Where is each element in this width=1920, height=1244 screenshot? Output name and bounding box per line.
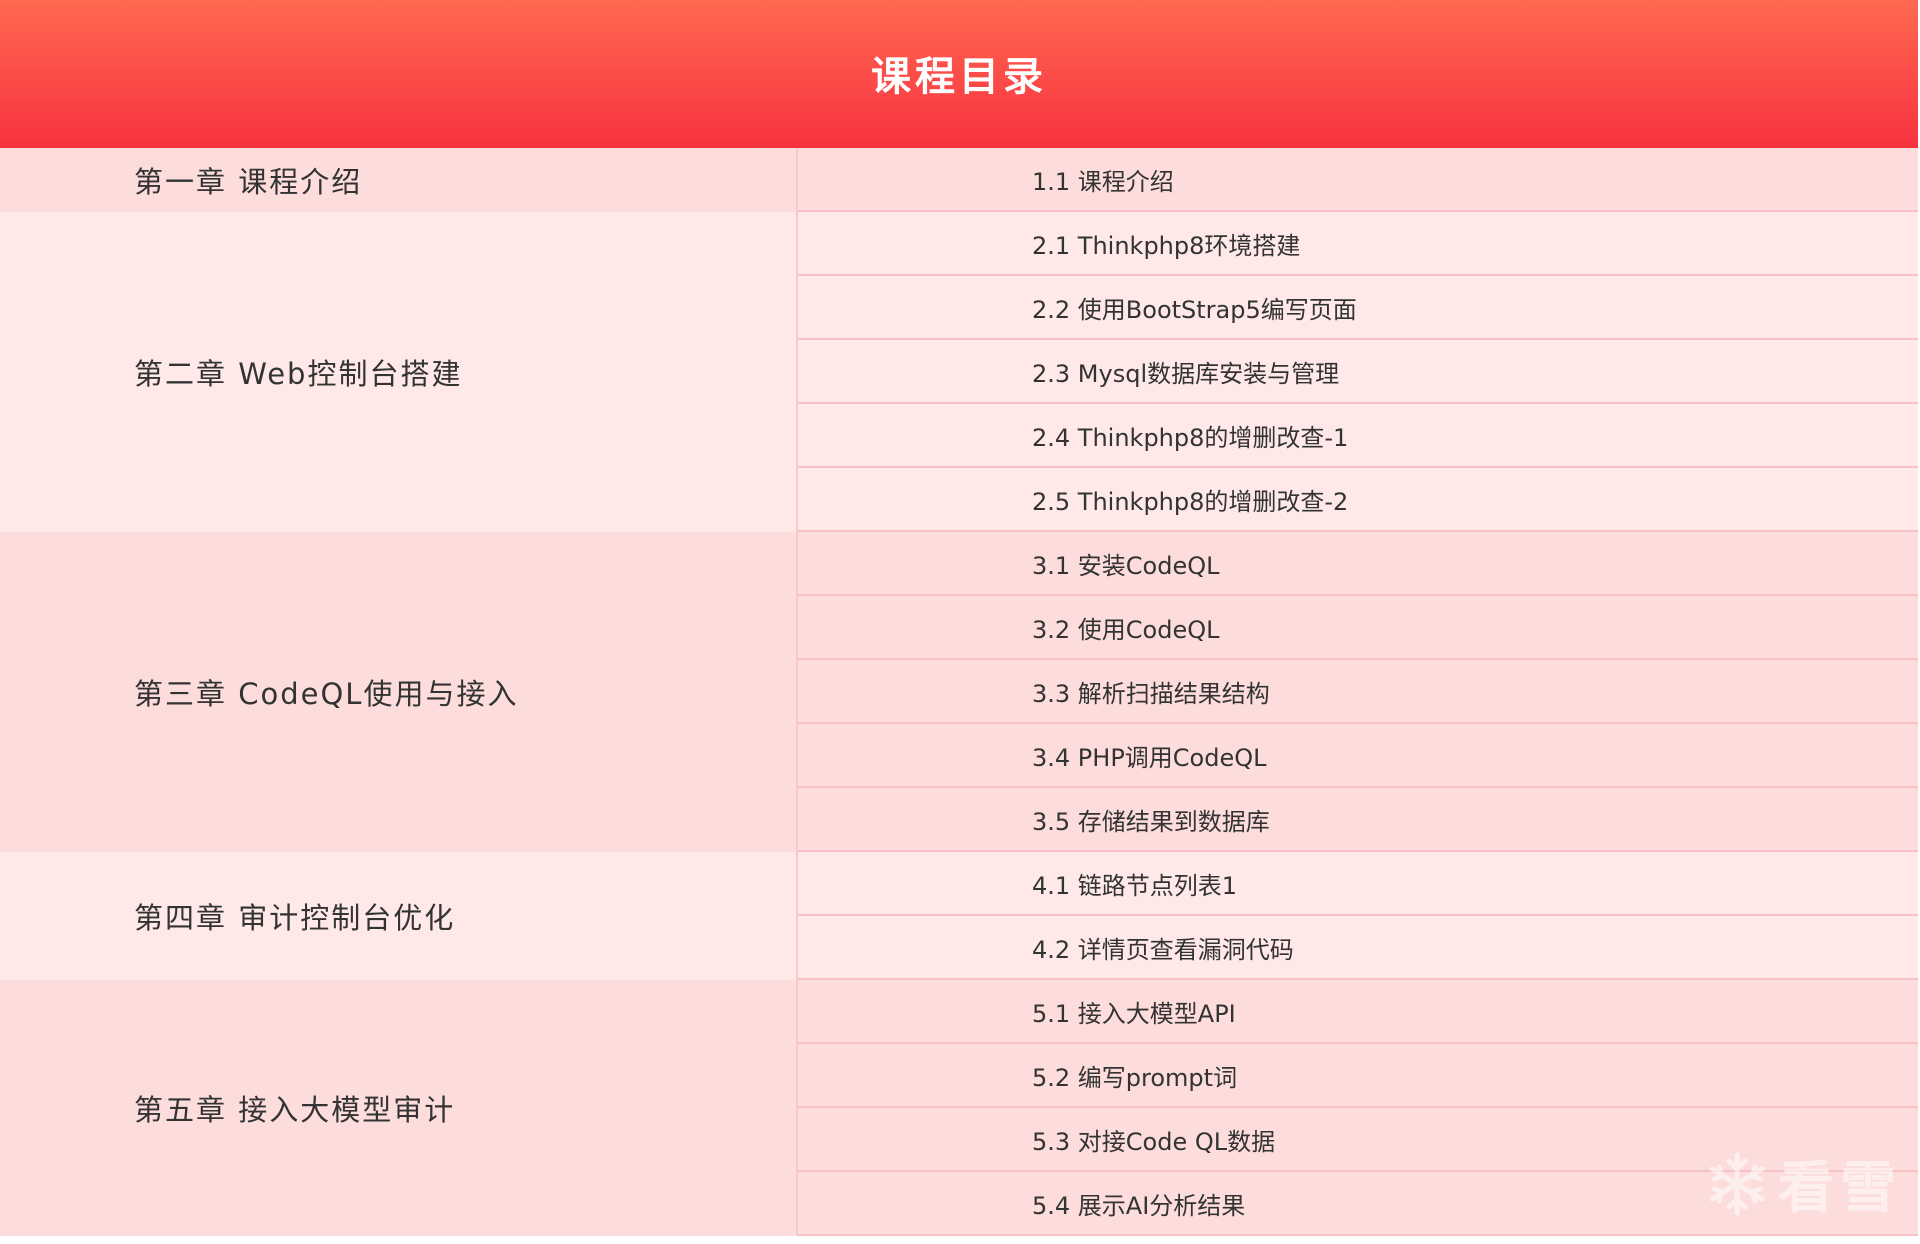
chapter-5: 第五章 接入大模型审计 5.1 接入大模型API 5.2 编写prompt词 5…	[0, 980, 1918, 1236]
section-item: 3.3 解析扫描结果结构	[798, 660, 1918, 724]
section-item: 2.4 Thinkphp8的增删改查-1	[798, 404, 1918, 468]
section-list: 3.1 安装CodeQL 3.2 使用CodeQL 3.3 解析扫描结果结构 3…	[798, 532, 1918, 852]
section-list: 1.1 课程介绍	[798, 148, 1918, 212]
course-catalog-page: 课程目录 第一章 课程介绍 1.1 课程介绍 第二章 Web控制台搭建 2.1 …	[0, 0, 1920, 1244]
section-list: 4.1 链路节点列表1 4.2 详情页查看漏洞代码	[798, 852, 1918, 980]
section-item: 2.3 Mysql数据库安装与管理	[798, 340, 1918, 404]
section-item: 2.1 Thinkphp8环境搭建	[798, 212, 1918, 276]
chapter-title: 第一章 课程介绍	[0, 148, 798, 212]
table-of-contents: 第一章 课程介绍 1.1 课程介绍 第二章 Web控制台搭建 2.1 Think…	[0, 148, 1918, 1236]
chapter-title: 第二章 Web控制台搭建	[0, 212, 798, 532]
watermark-text: 看雪	[1778, 1156, 1902, 1221]
section-item: 1.1 课程介绍	[798, 148, 1918, 212]
catalog-header: 课程目录	[0, 0, 1918, 148]
section-item: 3.4 PHP调用CodeQL	[798, 724, 1918, 788]
section-item: 5.1 接入大模型API	[798, 980, 1918, 1044]
section-list: 2.1 Thinkphp8环境搭建 2.2 使用BootStrap5编写页面 2…	[798, 212, 1918, 532]
section-item: 2.2 使用BootStrap5编写页面	[798, 276, 1918, 340]
chapter-4: 第四章 审计控制台优化 4.1 链路节点列表1 4.2 详情页查看漏洞代码	[0, 852, 1918, 980]
chapter-1: 第一章 课程介绍 1.1 课程介绍	[0, 148, 1918, 212]
snowflake-icon	[1709, 1152, 1765, 1215]
section-item: 3.2 使用CodeQL	[798, 596, 1918, 660]
section-item: 3.1 安装CodeQL	[798, 532, 1918, 596]
chapter-title: 第三章 CodeQL使用与接入	[0, 532, 798, 852]
section-item: 2.5 Thinkphp8的增删改查-2	[798, 468, 1918, 532]
section-item: 4.2 详情页查看漏洞代码	[798, 916, 1918, 980]
section-item: 5.2 编写prompt词	[798, 1044, 1918, 1108]
chapter-2: 第二章 Web控制台搭建 2.1 Thinkphp8环境搭建 2.2 使用Boo…	[0, 212, 1918, 532]
chapter-title: 第四章 审计控制台优化	[0, 852, 798, 980]
section-item: 3.5 存储结果到数据库	[798, 788, 1918, 852]
chapter-3: 第三章 CodeQL使用与接入 3.1 安装CodeQL 3.2 使用CodeQ…	[0, 532, 1918, 852]
section-item: 4.1 链路节点列表1	[798, 852, 1918, 916]
chapter-title: 第五章 接入大模型审计	[0, 980, 798, 1236]
watermark-logo: 看雪	[1702, 1143, 1902, 1224]
page-title: 课程目录	[871, 54, 1047, 100]
